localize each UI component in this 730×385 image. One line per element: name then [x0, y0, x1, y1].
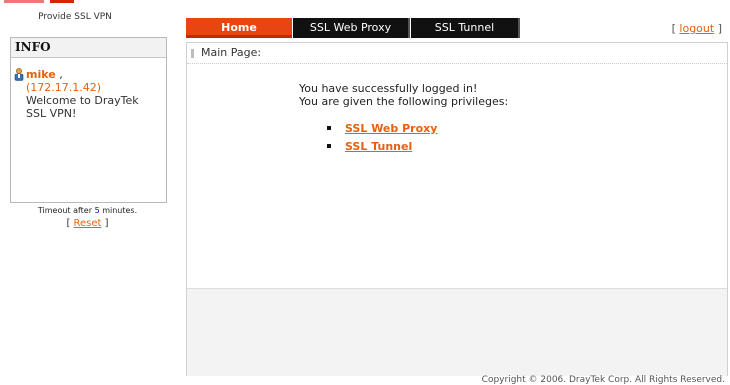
info-panel: INFO mike , (172.17.1.42) Welcome to Dra… — [10, 37, 167, 203]
reset-line: [ Reset ] — [10, 218, 165, 229]
logo-fragment-accent — [50, 0, 74, 3]
username: mike — [26, 68, 56, 81]
page-header: Main Page: — [187, 43, 727, 64]
username-separator: , — [55, 68, 63, 81]
main-panel: Main Page: You have successfully logged … — [186, 42, 728, 376]
tab-ssl-tunnel[interactable]: SSL Tunnel — [411, 18, 520, 38]
reset-bracket-close: ] — [101, 218, 109, 229]
bullet-icon — [327, 144, 331, 148]
user-icon — [14, 68, 24, 81]
welcome-text: Welcome to DrayTek SSL VPN! — [26, 94, 139, 120]
reset-bracket-open: [ — [66, 218, 74, 229]
timeout-prefix: Timeout after — [37, 206, 95, 215]
tab-ssl-web-proxy[interactable]: SSL Web Proxy — [293, 18, 410, 38]
logout-bracket-close: ] — [714, 22, 722, 35]
logo-fragment — [4, 0, 44, 3]
tagline: Provide SSL VPN — [38, 12, 112, 22]
privilege-link-ssl-web-proxy[interactable]: SSL Web Proxy — [345, 122, 437, 135]
logo-strip — [0, 0, 150, 4]
reset-link[interactable]: Reset — [74, 218, 102, 229]
list-item: SSL Web Proxy — [327, 122, 437, 140]
bullet-icon — [327, 126, 331, 130]
main-panel-lower — [187, 288, 727, 376]
page-title: Main Page: — [201, 46, 262, 59]
logout-link[interactable]: logout — [679, 22, 714, 35]
tab-home[interactable]: Home — [186, 18, 292, 38]
privileges-intro: You are given the following privileges: — [299, 95, 509, 108]
login-success-message: You have successfully logged in! — [299, 82, 478, 95]
login-messages: You have successfully logged in! You are… — [299, 82, 508, 108]
user-ip: (172.17.1.42) — [26, 81, 102, 94]
timeout-text: Timeout after 5 minutes. — [10, 206, 165, 215]
user-info: mike , (172.17.1.42) Welcome to DrayTek … — [11, 58, 166, 120]
privilege-list: SSL Web Proxy SSL Tunnel — [327, 122, 437, 158]
copyright: Copyright © 2006. DrayTek Corp. All Righ… — [481, 375, 725, 385]
privilege-link-ssl-tunnel[interactable]: SSL Tunnel — [345, 140, 412, 153]
logout-area: [ logout ] — [672, 22, 722, 35]
list-item: SSL Tunnel — [327, 140, 437, 158]
info-panel-title: INFO — [11, 38, 166, 58]
header-marker — [191, 49, 194, 58]
timeout-suffix: minutes. — [99, 206, 138, 215]
